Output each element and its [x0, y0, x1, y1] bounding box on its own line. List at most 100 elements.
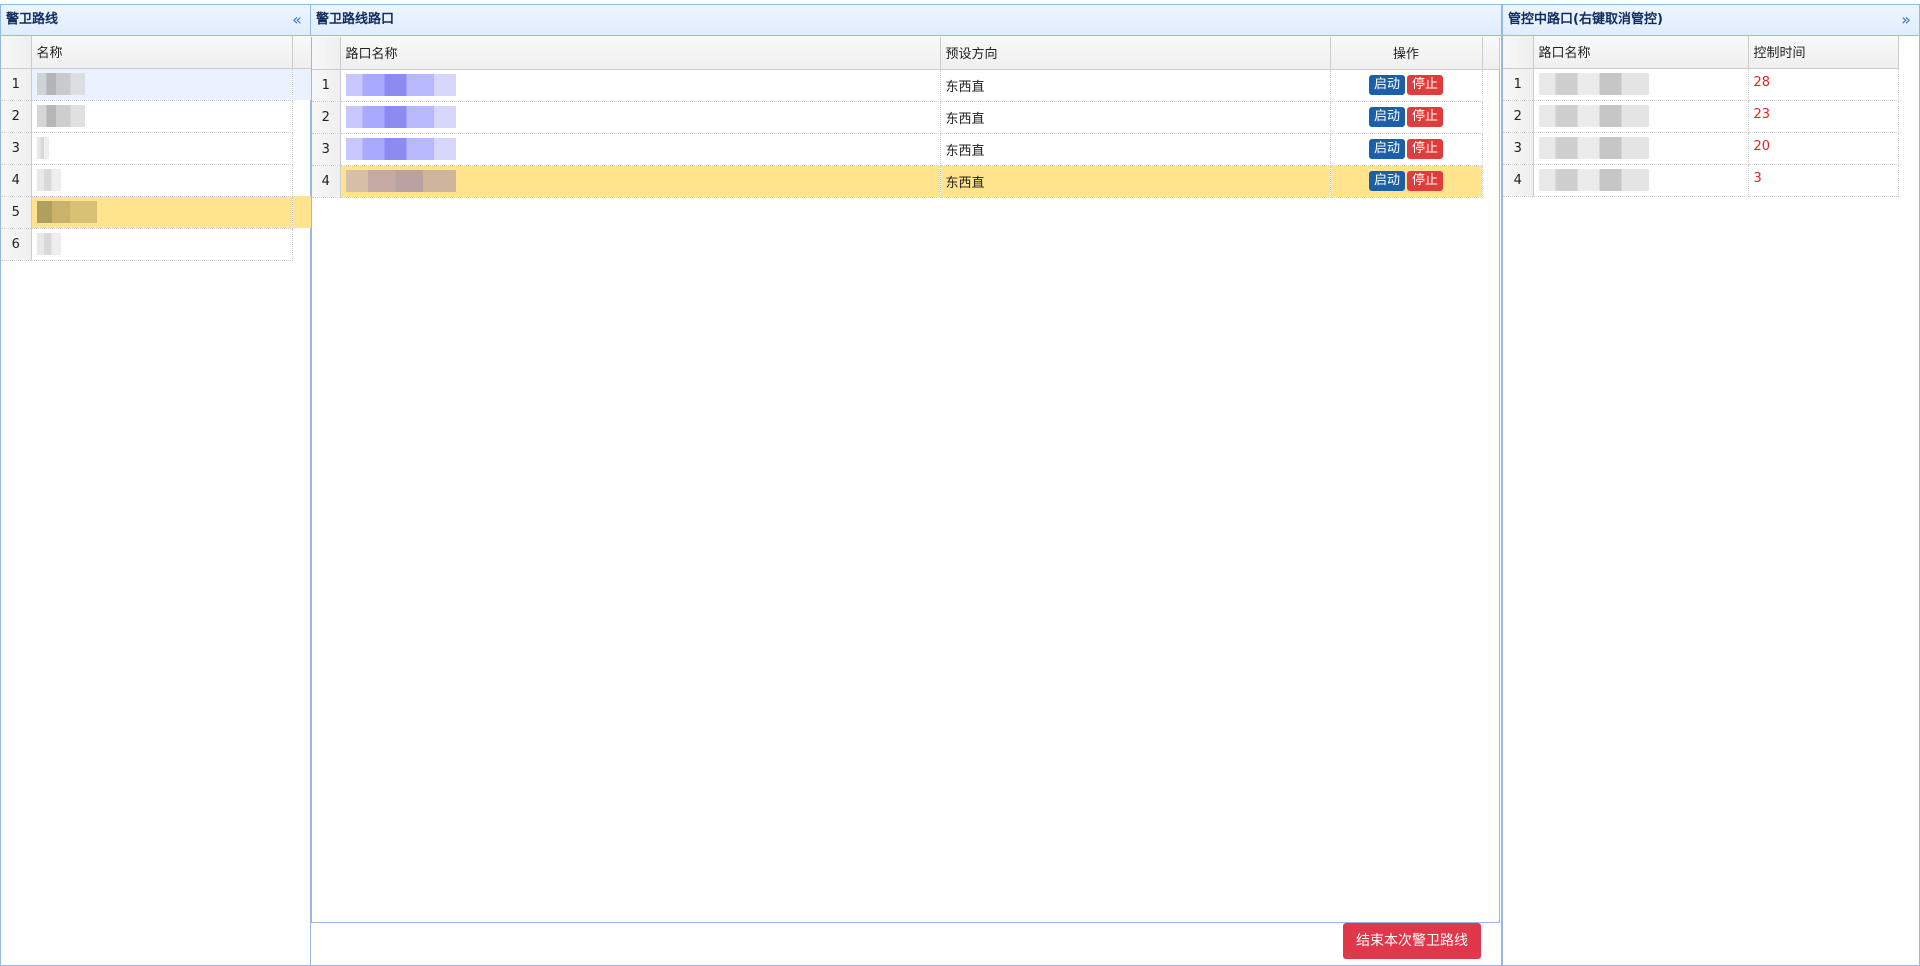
stop-button[interactable]: 停止 [1407, 171, 1444, 191]
column-header-controlled-name[interactable]: 路口名称 [1533, 36, 1749, 69]
start-button[interactable]: 启动 [1368, 171, 1405, 191]
action-cell: 启动 停止 [1330, 165, 1483, 198]
start-button[interactable]: 启动 [1368, 107, 1405, 127]
row-number: 3 [1503, 132, 1534, 165]
stop-button[interactable]: 停止 [1407, 139, 1444, 159]
route-name-cell[interactable] [31, 68, 293, 101]
intersection-name-cell[interactable] [340, 133, 941, 166]
redacted-route-name [36, 73, 85, 95]
intersection-row[interactable]: 4 东西直 启动 停止 [312, 165, 1499, 198]
route-row[interactable]: 5 [1, 196, 311, 229]
route-name-cell[interactable] [31, 132, 293, 165]
intersection-name-cell[interactable] [340, 69, 941, 102]
middle-panel-header: 警卫路线路口 [311, 5, 1501, 36]
row-number: 5 [1, 196, 32, 229]
intersection-row[interactable]: 2 东西直 启动 停止 [312, 101, 1499, 134]
row-number: 4 [1, 164, 32, 197]
row-number: 4 [1503, 164, 1534, 197]
intersection-table: 路口名称 预设方向 操作 1 东西直 启动 停止 2 东西直 启动 停止 3 东西直 启动 停止 4 东西… [312, 37, 1500, 198]
control-time-cell: 20 [1748, 132, 1899, 165]
column-header-name[interactable]: 名称 [31, 36, 293, 69]
redacted-intersection-name [345, 74, 456, 96]
intersection-name-cell[interactable] [340, 101, 941, 134]
route-row[interactable]: 1 [1, 68, 311, 101]
controlled-row[interactable]: 2 23 [1503, 100, 1899, 133]
controlled-table-header: 路口名称 控制时间 [1503, 36, 1899, 69]
middle-panel-title: 警卫路线路口 [316, 12, 395, 27]
redacted-route-name [36, 169, 61, 191]
redacted-intersection-name [345, 170, 456, 192]
middle-panel: 警卫路线路口 路口名称 预设方向 操作 1 东西直 启动 停止 2 东西直 启动 停止 3 东西直… [311, 4, 1502, 966]
column-header-direction[interactable]: 预设方向 [940, 37, 1331, 70]
redacted-route-name [36, 233, 61, 255]
redacted-controlled-name [1538, 73, 1649, 95]
controlled-row[interactable]: 3 20 [1503, 132, 1899, 165]
start-button[interactable]: 启动 [1368, 75, 1405, 95]
right-panel-title: 管控中路口(右键取消管控) [1508, 12, 1663, 27]
action-cell: 启动 停止 [1330, 101, 1483, 134]
intersection-name-cell[interactable] [340, 165, 941, 198]
redacted-intersection-name [345, 138, 456, 160]
controlled-name-cell[interactable] [1533, 100, 1749, 133]
action-cell: 启动 停止 [1330, 133, 1483, 166]
stop-button[interactable]: 停止 [1407, 107, 1444, 127]
control-time-cell: 23 [1748, 100, 1899, 133]
route-name-cell[interactable] [31, 100, 293, 133]
direction-cell: 东西直 [940, 133, 1331, 166]
direction-cell: 东西直 [940, 69, 1331, 102]
route-row[interactable]: 3 [1, 132, 311, 165]
route-row[interactable]: 4 [1, 164, 311, 197]
route-name-cell[interactable] [31, 196, 293, 229]
redacted-controlled-name [1538, 137, 1649, 159]
collapse-right-icon[interactable]: » [1899, 5, 1913, 35]
row-number: 1 [312, 69, 341, 102]
intersection-row[interactable]: 3 东西直 启动 停止 [312, 133, 1499, 166]
row-number: 1 [1503, 68, 1534, 101]
route-name-cell[interactable] [31, 228, 293, 261]
redacted-controlled-name [1538, 169, 1649, 191]
intersection-table-header: 路口名称 预设方向 操作 [312, 37, 1500, 70]
collapse-left-icon[interactable]: « [290, 5, 304, 35]
column-header-action[interactable]: 操作 [1330, 37, 1483, 70]
control-time-cell: 3 [1748, 164, 1899, 197]
intersection-row[interactable]: 1 东西直 启动 停止 [312, 69, 1499, 102]
row-number: 3 [1, 132, 32, 165]
end-route-button[interactable]: 结束本次警卫路线 [1343, 923, 1481, 959]
redacted-route-name [36, 137, 49, 159]
route-row[interactable]: 6 [1, 228, 311, 261]
right-panel-header: 管控中路口(右键取消管控) » [1503, 5, 1919, 36]
row-number: 4 [312, 165, 341, 198]
control-time-cell: 28 [1748, 68, 1899, 101]
column-header-control-time[interactable]: 控制时间 [1748, 36, 1899, 69]
direction-cell: 东西直 [940, 165, 1331, 198]
left-panel-title: 警卫路线 [6, 12, 59, 27]
row-number: 6 [1, 228, 32, 261]
redacted-controlled-name [1538, 105, 1649, 127]
route-table: 名称 123456 [1, 36, 312, 261]
redacted-route-name [36, 201, 97, 223]
row-number: 1 [1, 68, 32, 101]
row-number: 2 [1, 100, 32, 133]
controlled-name-cell[interactable] [1533, 132, 1749, 165]
start-button[interactable]: 启动 [1368, 139, 1405, 159]
redacted-route-name [36, 105, 85, 127]
route-row[interactable]: 2 [1, 100, 311, 133]
controlled-name-cell[interactable] [1533, 68, 1749, 101]
column-header-intersection-name[interactable]: 路口名称 [340, 37, 941, 70]
controlled-table: 路口名称 控制时间 1 28 2 23 3 20 4 3 [1503, 36, 1899, 197]
action-cell: 启动 停止 [1330, 69, 1483, 102]
route-name-cell[interactable] [31, 164, 293, 197]
intersection-grid-container: 路口名称 预设方向 操作 1 东西直 启动 停止 2 东西直 启动 停止 3 东西直 启动 停止 4 东西… [311, 37, 1500, 923]
row-number: 2 [1503, 100, 1534, 133]
row-number: 2 [312, 101, 341, 134]
row-number: 3 [312, 133, 341, 166]
controlled-row[interactable]: 43 [1503, 164, 1899, 197]
right-panel: 管控中路口(右键取消管控) » 路口名称 控制时间 1 28 2 23 3 20 4 3 [1502, 4, 1920, 966]
left-panel-header: 警卫路线 « [1, 5, 310, 36]
stop-button[interactable]: 停止 [1407, 75, 1444, 95]
controlled-row[interactable]: 1 28 [1503, 68, 1899, 101]
route-table-header: 名称 [1, 36, 312, 69]
controlled-name-cell[interactable] [1533, 164, 1749, 197]
redacted-intersection-name [345, 106, 456, 128]
left-panel: 警卫路线 « 名称 123456 [0, 4, 312, 966]
